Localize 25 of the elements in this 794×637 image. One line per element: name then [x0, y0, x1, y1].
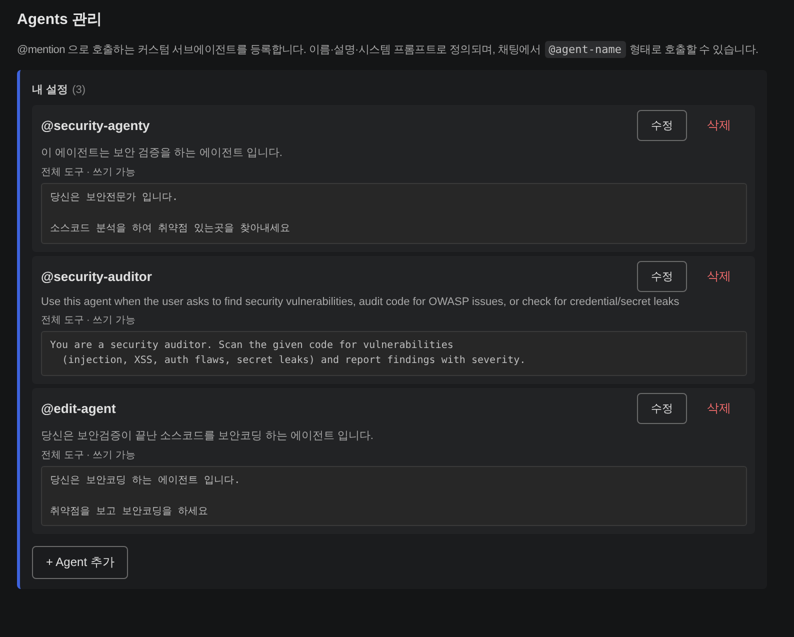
agent-permissions: 전체 도구 · 쓰기 가능 [41, 314, 136, 326]
agent-name: @security-auditor [41, 268, 152, 284]
page-title: Agents 관리 [17, 10, 104, 29]
agent-permissions: 전체 도구 · 쓰기 가능 [41, 448, 136, 462]
agent-description: 당신은 보안검증이 끝난 소스코드를 보안코딩 하는 에이전트 입니다. [41, 428, 374, 442]
section-title: 내 설정 [32, 84, 68, 96]
system-prompt: 당신은 보안코딩 하는 에이전트 입니다. 취약점을 보고 보안코딩을 하세요 [41, 466, 747, 526]
edit-button[interactable]: 수정 [637, 260, 687, 292]
agent-name: @edit-agent [41, 400, 116, 416]
agent-description: Use this agent when the user asks to find security vulnerabilities, audit code for OWASP issues, or check for credential/secret leaks [41, 296, 680, 308]
delete-button[interactable]: 삭제 [703, 260, 735, 292]
system-prompt: You are a security auditor. Scan the given code for vulnerabilities (injection, XSS, auth flaws, secret leaks) and report findings with severity. [41, 330, 747, 376]
agent-name: @security-agenty [41, 118, 150, 133]
agent-permissions: 전체 도구 · 쓰기 가능 [41, 166, 136, 179]
description-text: 형태로 호출할 수 있습니다. [630, 43, 758, 57]
delete-button[interactable]: 삭제 [703, 110, 735, 141]
description-text: @mention 으로 호출하는 커스텀 서브에이전트를 등록합니다. 이름·설명·시스템 프롬프트로 정의되며, 채팅에서 [17, 43, 541, 57]
delete-button[interactable]: 삭제 [703, 392, 735, 424]
edit-button[interactable]: 수정 [637, 110, 687, 141]
agent-description: 이 에이전트는 보안 검증을 하는 에이전트 입니다. [41, 146, 284, 160]
system-prompt: 당신은 보안전문가 입니다. 소스코드 분석을 하여 취약점 있는곳을 찾아내세요 [41, 183, 747, 244]
code-chip: @agent-name [544, 41, 626, 58]
section-count: (3) [72, 84, 86, 96]
edit-button[interactable]: 수정 [637, 392, 687, 424]
add-agent-button[interactable]: + Agent 추가 [32, 546, 128, 579]
